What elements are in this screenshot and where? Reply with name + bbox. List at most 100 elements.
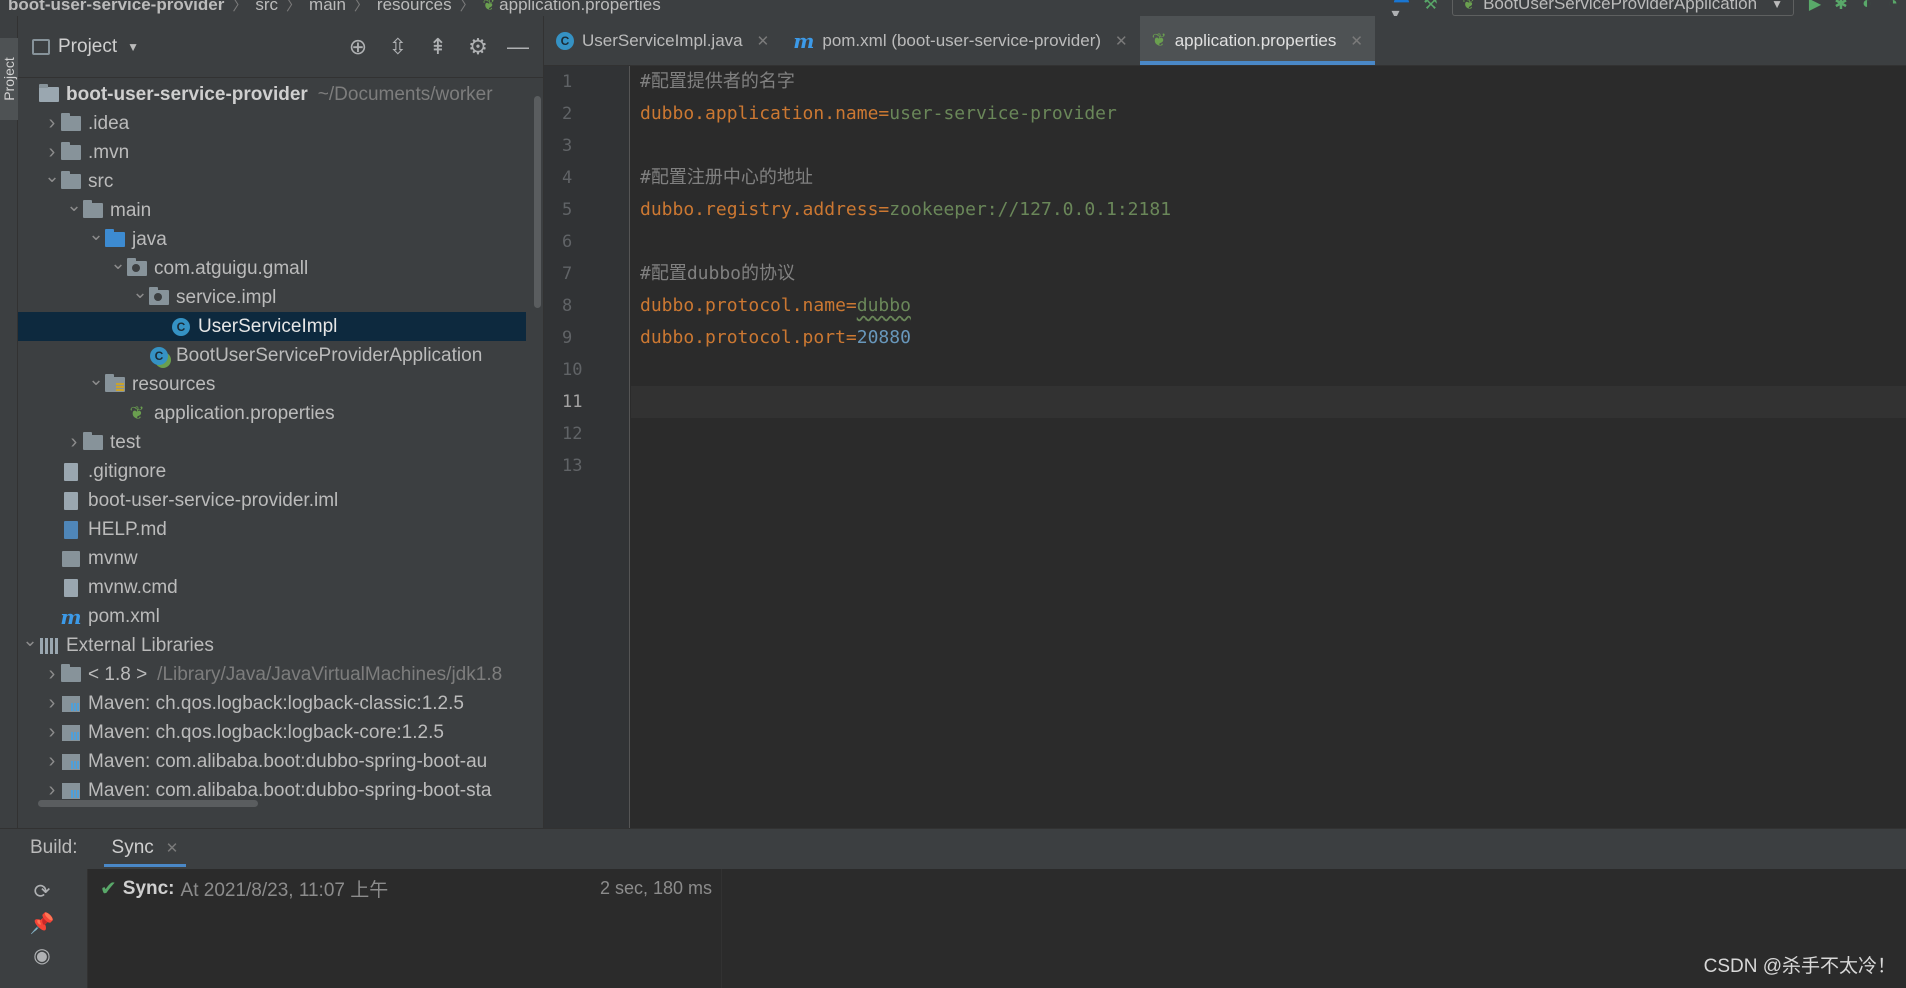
account-icon[interactable]: 👤▾ — [1392, 0, 1418, 16]
breadcrumb-item-main[interactable]: main — [309, 0, 346, 15]
breadcrumb-item-src[interactable]: src — [255, 0, 278, 15]
chevron-right-icon[interactable]: › — [44, 112, 60, 135]
code-editor[interactable]: 1 2 3 4 5 6 7 8 9 10 11 12 13 #配置提供者的名字 dubbo.applica… — [544, 66, 1906, 828]
code-line: #配置注册中心的地址 — [640, 162, 1171, 194]
build-hammer-icon[interactable]: ⚒ — [1418, 0, 1444, 16]
breadcrumb-item-file[interactable]: ❦ application.properties — [483, 0, 661, 15]
breadcrumb-item-project[interactable]: boot-user-service-provider — [8, 0, 224, 15]
close-icon[interactable]: ✕ — [1115, 32, 1128, 50]
chevron-down-icon[interactable]: ⌄ — [22, 630, 38, 651]
tree-item-path: /Library/Java/JavaVirtualMachines/jdk1.8 — [157, 663, 503, 685]
tree-vertical-scrollbar[interactable] — [534, 96, 541, 308]
folder-shape — [105, 374, 125, 392]
editor-tab[interactable]: C UserServiceImpl.java ✕ — [544, 16, 781, 65]
build-tree: ✔ Sync: At 2021/8/23, 11:07 上午 2 sec, 18… — [88, 869, 722, 988]
folder-shape — [83, 432, 103, 450]
close-icon[interactable]: ✕ — [757, 32, 770, 50]
tree-item-label: BootUserServiceProviderApplication — [176, 344, 483, 366]
breadcrumb-separator: 〉 — [232, 0, 248, 14]
chevron-right-icon[interactable]: › — [66, 431, 82, 454]
tool-window-tab-label: Project — [0, 57, 17, 101]
property-key: dubbo.registry.address — [640, 199, 879, 220]
equals-sign: = — [845, 327, 857, 348]
tree-item[interactable]: ⌄ src — [18, 166, 526, 196]
pin-icon[interactable]: 📌 — [30, 911, 55, 935]
tree-item[interactable]: › Maven: ch.qos.logback:logback-classic:1… — [18, 689, 526, 718]
chevron-right-icon[interactable]: › — [44, 721, 60, 744]
eye-icon[interactable]: ◉ — [30, 943, 54, 967]
tree-item[interactable]: › < 1.8 > /Library/Java/JavaVirtualMachine… — [18, 660, 526, 689]
coverage-icon[interactable]: ◐ — [1854, 0, 1880, 16]
tree-item[interactable]: › .mvn — [18, 138, 526, 167]
locate-file-icon[interactable]: ⊕ — [341, 32, 375, 62]
run-icon[interactable]: ▶ — [1802, 0, 1828, 16]
chevron-down-icon[interactable]: ⌄ — [88, 369, 104, 390]
expand-all-icon[interactable]: ⇳ — [381, 32, 415, 62]
success-check-icon: ✔ — [100, 878, 117, 900]
tree-item[interactable]: › Maven: com.alibaba.boot:dubbo-spring-bo… — [18, 747, 526, 776]
code-line: dubbo.protocol.port=20880 — [640, 322, 1171, 354]
tree-item[interactable]: C UserServiceImpl — [18, 312, 526, 341]
class-badge: C — [150, 346, 168, 365]
tree-item[interactable]: ⌄ External Libraries — [18, 630, 526, 660]
tool-window-tab-project[interactable]: Project — [0, 38, 18, 120]
debug-icon[interactable]: ✱ — [1828, 0, 1854, 16]
tree-horizontal-scrollbar[interactable] — [38, 800, 258, 807]
chevron-right-icon[interactable]: › — [44, 692, 60, 715]
tree-item[interactable]: ❦ application.properties — [18, 399, 526, 428]
chevron-right-icon[interactable]: › — [44, 750, 60, 773]
editor-tab[interactable]: ❦ application.properties ✕ — [1139, 16, 1376, 65]
tree-item[interactable]: m pom.xml — [18, 602, 526, 631]
chevron-down-icon[interactable]: ⌄ — [132, 282, 148, 303]
maven-glyph: m — [60, 604, 82, 629]
chevron-right-icon[interactable]: › — [44, 141, 60, 164]
tree-item[interactable]: ⌄ resources — [18, 369, 526, 399]
close-icon[interactable]: ✕ — [166, 839, 179, 857]
chevron-down-icon[interactable]: ⌄ — [66, 195, 82, 216]
tree-item[interactable]: boot-user-service-provider.iml — [18, 486, 526, 515]
editor-tab[interactable]: m pom.xml (boot-user-service-provider) ✕ — [781, 16, 1139, 65]
chevron-down-icon[interactable]: ⌄ — [44, 166, 60, 187]
refresh-icon[interactable]: ⟳ — [30, 879, 54, 903]
run-configuration-selector[interactable]: ❦ BootUserServiceProviderApplication ▼ — [1451, 0, 1794, 16]
tree-item[interactable]: ⌄ com.atguigu.gmall — [18, 253, 526, 283]
settings-gear-icon[interactable]: ⚙ — [461, 32, 495, 62]
tree-item[interactable]: ⌄ main — [18, 195, 526, 225]
project-view-title[interactable]: Project — [58, 36, 117, 58]
chevron-down-icon[interactable]: ▼ — [127, 40, 139, 54]
file-shape — [64, 491, 78, 510]
folder-icon — [82, 200, 104, 221]
tree-item[interactable]: C BootUserServiceProviderApplication — [18, 341, 526, 370]
breadcrumb-item-resources[interactable]: resources — [377, 0, 452, 15]
sync-result-row[interactable]: ✔ Sync: At 2021/8/23, 11:07 上午 2 sec, 18… — [100, 875, 712, 902]
tree-item-path: ~/Documents/worker — [317, 83, 493, 105]
tree-item[interactable]: ⌄ service.impl — [18, 282, 526, 312]
tree-item[interactable]: ⌄ java — [18, 224, 526, 254]
maven-icon: m — [793, 29, 814, 53]
tree-item[interactable]: mvnw.cmd — [18, 573, 526, 602]
line-number: 6 — [562, 232, 573, 252]
tree-item[interactable]: mvnw — [18, 544, 526, 573]
run-toolbar: 👤▾ ⚒ ❦ BootUserServiceProviderApplicatio… — [1392, 0, 1906, 16]
code-line: #配置提供者的名字 — [640, 66, 1171, 98]
tree-item-label: boot-user-service-provider.iml — [88, 489, 339, 511]
tree-item[interactable]: › .idea — [18, 109, 526, 138]
tree-item[interactable]: boot-user-service-provider ~/Documents/wo… — [18, 80, 526, 109]
breadcrumb-file-label: application.properties — [499, 0, 661, 14]
hide-panel-icon[interactable]: — — [501, 32, 535, 62]
tree-item[interactable]: HELP.md — [18, 515, 526, 544]
profile-icon[interactable]: ◔ — [1880, 0, 1906, 16]
build-tab-sync[interactable]: Sync ✕ — [103, 829, 187, 867]
tree-item[interactable]: .gitignore — [18, 457, 526, 486]
class-badge: C — [556, 31, 574, 50]
line-number: 10 — [562, 360, 583, 380]
collapse-all-icon[interactable]: ⇞ — [421, 32, 455, 62]
chevron-down-icon[interactable]: ⌄ — [88, 224, 104, 245]
tree-item[interactable]: › Maven: ch.qos.logback:logback-core:1.2.… — [18, 718, 526, 747]
tree-item[interactable]: › test — [18, 428, 526, 457]
chevron-right-icon[interactable]: › — [44, 779, 60, 802]
chevron-down-icon[interactable]: ⌄ — [110, 253, 126, 274]
close-icon[interactable]: ✕ — [1350, 32, 1363, 50]
chevron-right-icon[interactable]: › — [44, 663, 60, 686]
